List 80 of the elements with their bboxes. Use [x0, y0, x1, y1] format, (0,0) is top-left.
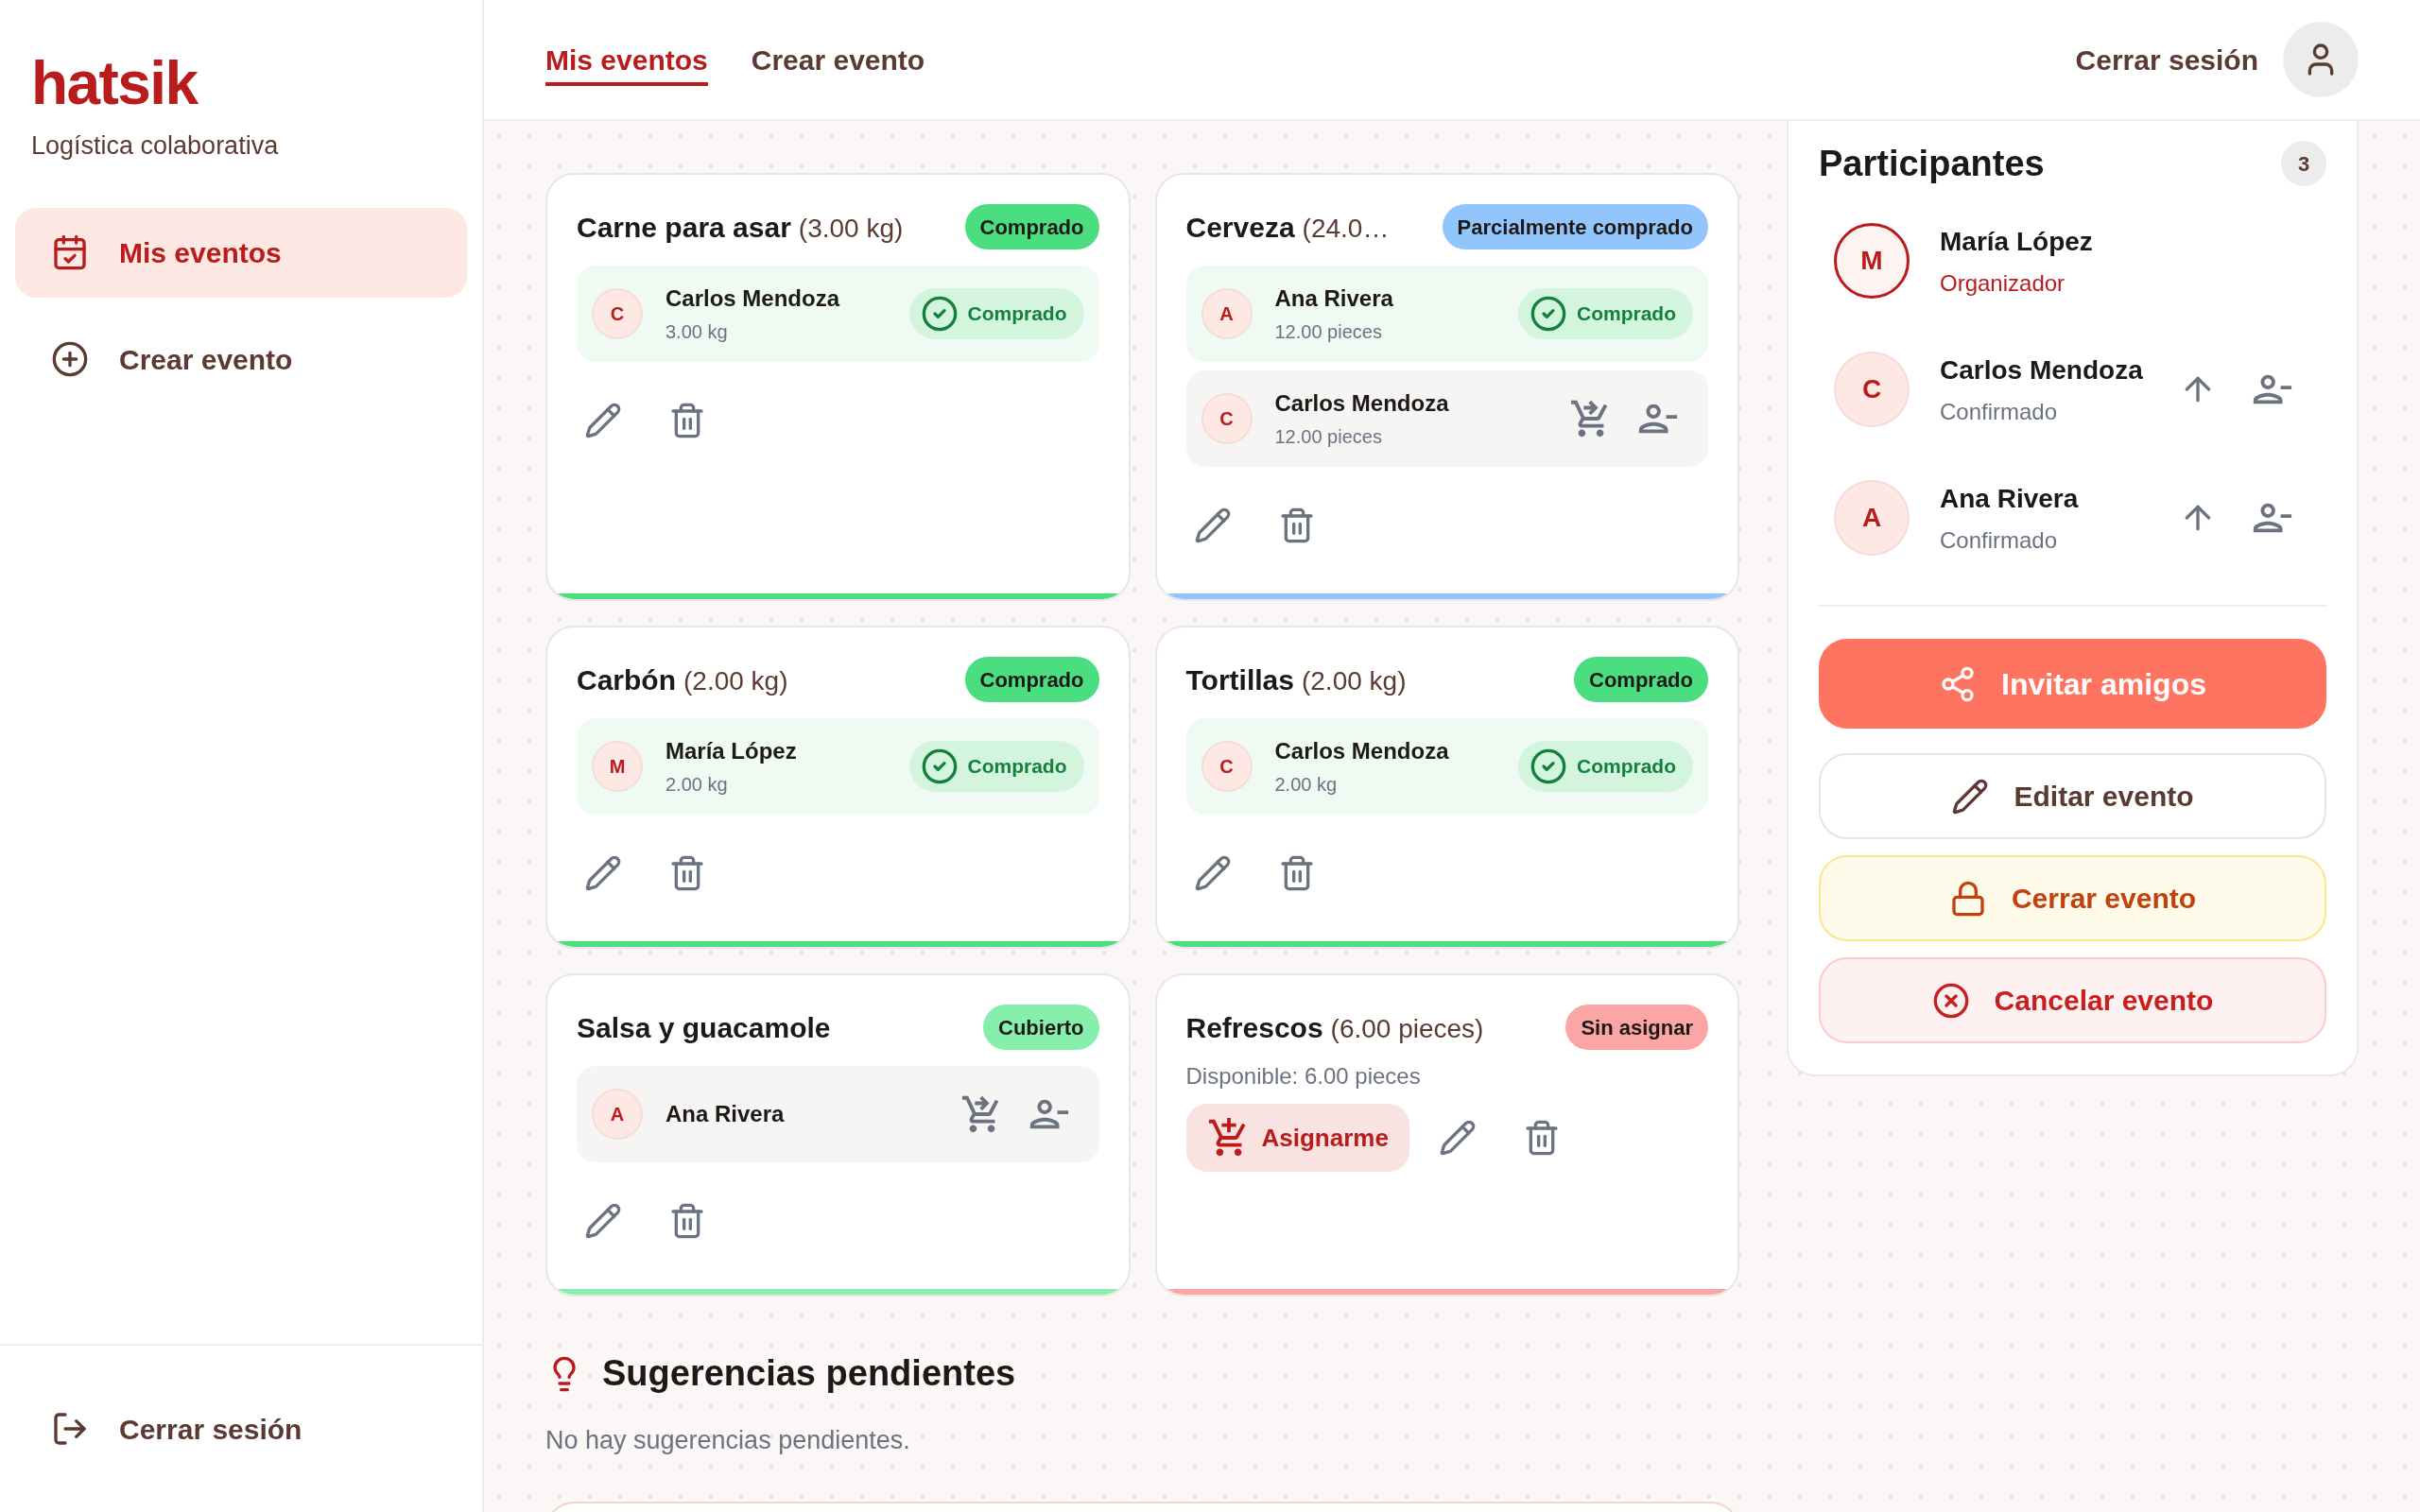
- assigned-quantity: 12.00 pieces: [1274, 319, 1383, 344]
- status-badge: Comprado: [1574, 657, 1708, 702]
- avatar-initial: C: [1201, 393, 1253, 444]
- item-title: Refrescos: [1185, 1010, 1323, 1045]
- sidebar-item[interactable]: Crear evento: [15, 314, 467, 404]
- status-badge: Sin asignar: [1565, 1005, 1708, 1050]
- empty-message: No hay sugerencias pendientes.: [545, 1425, 911, 1456]
- tagline: Logística colaborativa: [31, 130, 280, 162]
- share-icon: [1939, 664, 1977, 703]
- status-badge: Comprado: [964, 204, 1099, 249]
- available-quantity: Disponible: 6.00 pieces: [1185, 1062, 1422, 1091]
- bought-status-pill: Comprado: [908, 288, 1084, 339]
- logout-button[interactable]: Cerrar sesión: [36, 1400, 318, 1458]
- assigned-quantity: 12.00 pieces: [1274, 424, 1383, 449]
- section-title: Sugerencias pendientes: [602, 1352, 1016, 1395]
- assignee-name: Ana Rivera: [666, 1100, 786, 1128]
- participant-role: Confirmado: [1940, 397, 2059, 426]
- pencil-icon: [584, 854, 622, 892]
- avatar-initial: A: [592, 1089, 643, 1140]
- pencil-icon: [584, 1202, 622, 1240]
- avatar-initial: C: [1201, 741, 1253, 792]
- participant-role: Organizador: [1940, 268, 2066, 298]
- assigned-quantity: 2.00 kg: [666, 772, 729, 797]
- check-circle-icon: [920, 295, 959, 333]
- plus-circle-icon: [51, 340, 89, 379]
- item-quantity: (2.00 kg): [1301, 664, 1407, 697]
- sidebar-item[interactable]: Mis eventos: [15, 207, 467, 298]
- assigned-quantity: 2.00 kg: [1274, 772, 1339, 797]
- item-title: Carne para asar: [577, 210, 791, 245]
- participant-count: 3: [2281, 141, 2326, 186]
- item-title: Carbón: [577, 662, 676, 697]
- check-circle-icon: [1530, 747, 1567, 785]
- logout-link[interactable]: Cerrar sesión: [2075, 38, 2258, 81]
- participant-role: Confirmado: [1940, 525, 2059, 555]
- avatar-initial: C: [592, 288, 643, 339]
- status-badge: Cubierto: [983, 1005, 1099, 1050]
- item-quantity: (2.00 kg): [683, 664, 788, 697]
- pencil-icon: [1193, 854, 1232, 892]
- item-quantity: (3.00 kg): [798, 212, 904, 245]
- check-circle-icon: [920, 747, 959, 785]
- assignee-name: María López: [666, 736, 798, 765]
- logout-icon: [51, 1410, 89, 1448]
- close-event-button[interactable]: Cerrar evento: [1819, 855, 2326, 941]
- item-title: Cerveza: [1185, 210, 1295, 245]
- bought-status-pill: Comprado: [1518, 288, 1693, 339]
- pencil-icon: [584, 402, 622, 439]
- participant-avatar: M: [1834, 223, 1910, 299]
- bought-status-pill: Comprado: [1518, 741, 1693, 792]
- edit-event-button[interactable]: Editar evento: [1819, 753, 2326, 839]
- item-title: Tortillas: [1185, 662, 1294, 697]
- assignee-name: Carlos Mendoza: [1274, 388, 1450, 418]
- participant-avatar: C: [1834, 352, 1910, 427]
- item-quantity: (6.00 pieces): [1330, 1012, 1484, 1045]
- nav-tab[interactable]: Mis eventos: [545, 33, 708, 86]
- pencil-icon: [1438, 1119, 1477, 1157]
- participant-name: Ana Rivera: [1940, 482, 2080, 515]
- nav-tab[interactable]: Crear evento: [751, 33, 925, 86]
- panel-title: Participantes: [1819, 142, 2045, 185]
- assignee-name: Carlos Mendoza: [666, 284, 841, 313]
- logo: hatsik: [31, 53, 199, 113]
- assignee-name: Ana Rivera: [1274, 284, 1394, 313]
- pencil-icon: [1193, 507, 1232, 544]
- calendar-check-icon: [51, 233, 89, 272]
- assign-me-button[interactable]: Asignarme: [1185, 1104, 1409, 1172]
- status-badge: Comprado: [964, 657, 1099, 702]
- avatar-initial: A: [1201, 288, 1253, 339]
- participant-name: Carlos Mendoza: [1940, 353, 2141, 387]
- x-circle-icon: [1931, 981, 1970, 1020]
- participant-name: María López: [1940, 225, 2094, 258]
- assigned-quantity: 3.00 kg: [666, 319, 729, 344]
- check-circle-icon: [1530, 295, 1567, 333]
- item-quantity: (24.0…: [1302, 212, 1390, 245]
- assignee-name: Carlos Mendoza: [1274, 736, 1450, 765]
- cancel-event-button[interactable]: Cancelar evento: [1819, 957, 2326, 1043]
- bought-status-pill: Comprado: [908, 741, 1084, 792]
- avatar-initial: M: [592, 741, 643, 792]
- item-title: Salsa y guacamole: [577, 1010, 831, 1045]
- participant-avatar: A: [1834, 480, 1910, 556]
- pencil-icon: [1951, 777, 1990, 816]
- status-badge: Parcialmente comprado: [1442, 204, 1708, 249]
